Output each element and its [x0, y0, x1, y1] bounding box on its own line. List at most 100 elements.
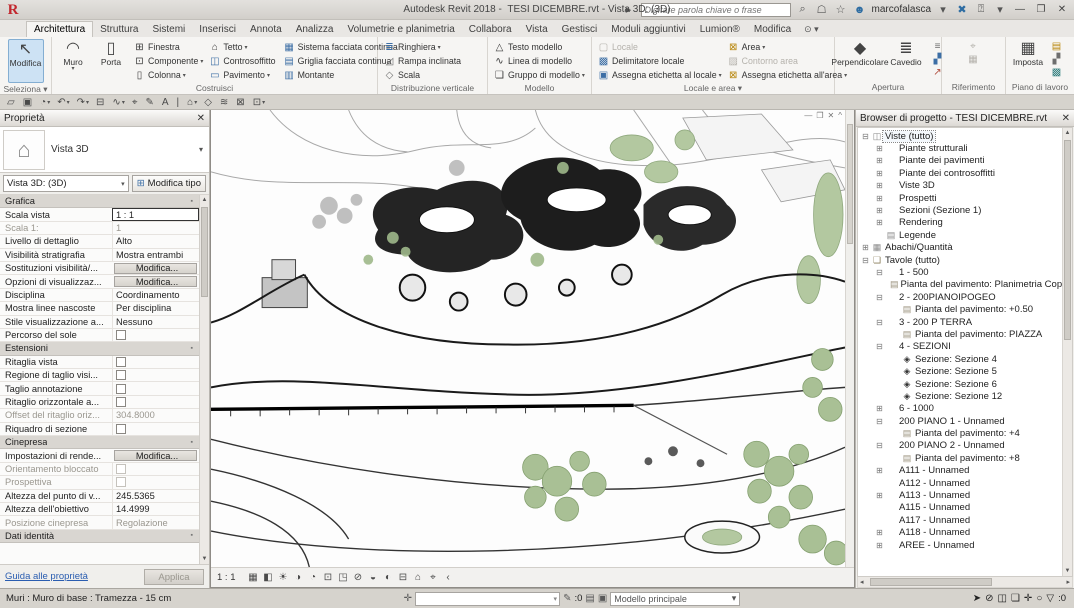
browser-tree-item[interactable]: ⊟ 4 - SEZIONI — [860, 341, 1062, 353]
editing-requests-icon[interactable]: ✛ — [404, 593, 412, 604]
browser-tree-item[interactable]: A112 - Unnamed — [860, 477, 1062, 489]
ribbon-tab[interactable]: Inserisci — [192, 22, 243, 37]
tree-expander-icon[interactable]: ⊞ — [874, 194, 885, 203]
selection-toggle-icon[interactable]: ◫ — [998, 593, 1007, 604]
ribbon-button[interactable]: ⊠ Area▾ — [727, 40, 847, 54]
view-control-icon[interactable]: ◒ — [366, 572, 381, 583]
ribbon-tab[interactable]: Annota — [243, 22, 289, 37]
browser-tree-item[interactable]: ⊟ 200 PIANO 2 - Unnamed — [860, 440, 1062, 452]
ribbon-icon-button[interactable]: ▩ — [1050, 66, 1065, 79]
ribbon-button[interactable]: ❏ Gruppo di modello▾ — [493, 68, 585, 82]
property-value[interactable]: Regolazione — [112, 516, 199, 528]
property-value[interactable] — [112, 382, 199, 394]
ribbon-button[interactable]: ▯ Colonna▾ — [133, 68, 203, 82]
ribbon-big-button[interactable]: ≣ Cavedio — [883, 39, 929, 67]
property-value[interactable]: Modifica... — [114, 276, 197, 287]
ribbon-big-button[interactable]: ◠ Muro ▾ — [54, 39, 92, 72]
browser-tree-item[interactable]: ⊞ Piante dei pavimenti — [860, 155, 1062, 167]
view-window-control-icon[interactable]: ❐ — [816, 111, 823, 120]
selection-toggle-icon[interactable]: ✛ — [1024, 593, 1032, 604]
ribbon-button[interactable]: ▣ Assegna etichetta al locale▾ — [597, 68, 722, 82]
filter-count[interactable]: :0 — [1058, 593, 1066, 604]
search-input[interactable] — [641, 3, 791, 17]
qat-button[interactable]: ↶ ▾ — [54, 97, 72, 108]
properties-scrollbar[interactable]: ▲▼ — [199, 195, 209, 564]
view-control-icon[interactable]: ◑ — [291, 572, 306, 583]
tree-expander-icon[interactable]: ⊞ — [860, 243, 871, 252]
view-control-icon[interactable]: ⊡ — [321, 572, 336, 583]
search-expand-icon[interactable]: ▸ — [622, 3, 636, 16]
browser-tree-item[interactable]: ⊞ Rendering — [860, 217, 1062, 229]
tree-expander-icon[interactable]: ⊞ — [874, 404, 885, 413]
view-control-icon[interactable]: ◐ — [381, 572, 396, 583]
tree-expander-icon[interactable]: ⊟ — [874, 417, 885, 426]
view-type-select[interactable]: Vista 3D: (3D)▾ — [3, 175, 129, 192]
editable-only-icon[interactable]: ✎ — [563, 593, 571, 604]
tree-expander-icon[interactable]: ⊟ — [874, 268, 885, 277]
tree-expander-icon[interactable]: ⊞ — [874, 528, 885, 537]
ribbon-tab[interactable]: Analizza — [289, 22, 341, 37]
ribbon-icon-button[interactable]: ⌖ — [967, 40, 982, 53]
ribbon-button[interactable]: ▢ Locale — [597, 40, 722, 54]
qat-button[interactable]: ⌂ ▾ — [184, 97, 200, 108]
revit-logo-icon[interactable]: R — [0, 1, 26, 19]
ribbon-tab[interactable]: Volumetrie e planimetria — [341, 22, 462, 37]
property-value[interactable]: 1 : 1 — [112, 208, 199, 220]
group-title-costruisci[interactable]: Costruisci — [52, 82, 377, 94]
view-control-icon[interactable]: ◳ — [336, 572, 351, 583]
group-title-seleziona[interactable]: Seleziona ▾ — [0, 83, 51, 94]
properties-header[interactable]: Proprietà ✕ — [0, 110, 209, 127]
tree-expander-icon[interactable]: ⊞ — [874, 541, 885, 550]
ribbon-button[interactable]: ⊠ Assegna etichetta all'area▾ — [727, 68, 847, 82]
property-value[interactable]: Modifica... — [114, 263, 197, 274]
browser-tree-item[interactable]: A117 - Unnamed — [860, 514, 1062, 526]
minimize-button[interactable]: — — [1012, 4, 1028, 15]
property-value[interactable]: 1 — [112, 222, 199, 234]
ribbon-tab[interactable]: Struttura — [93, 22, 145, 37]
tree-expander-icon[interactable]: ⊞ — [874, 156, 885, 165]
ribbon-button[interactable]: ⊡ Componente▾ — [133, 54, 203, 68]
browser-header[interactable]: Browser di progetto - TESI DICEMBRE.rvt … — [856, 110, 1074, 127]
qat-button[interactable]: | — [174, 97, 184, 108]
browser-tree-item[interactable]: ⊟ Viste (tutto) — [860, 130, 1062, 142]
browser-tree-item[interactable]: ⊞ AREE - Unnamed — [860, 539, 1062, 551]
selection-toggle-icon[interactable]: ○ — [1036, 593, 1042, 604]
qat-button[interactable]: ◔ ▾ — [37, 97, 53, 108]
property-value[interactable] — [112, 463, 199, 475]
browser-horizontal-scrollbar[interactable]: ◂▸ — [857, 577, 1073, 588]
search-icon[interactable]: ⌕ — [796, 3, 810, 16]
qat-button[interactable]: ≋ — [217, 97, 232, 108]
property-value[interactable] — [112, 369, 199, 381]
browser-vertical-scrollbar[interactable]: ▲▼ — [1062, 128, 1072, 576]
browser-tree-item[interactable]: ⊞ Sezioni (Sezione 1) — [860, 204, 1062, 216]
user-avatar-icon[interactable]: ☻ — [853, 4, 867, 16]
view-window-control-icon[interactable]: — — [804, 111, 812, 120]
view-control-icon[interactable]: ☀ — [276, 572, 291, 583]
browser-tree-item[interactable]: ⊞ A111 - Unnamed — [860, 465, 1062, 477]
ribbon-button[interactable]: △ Testo modello — [493, 40, 585, 54]
ribbon-button[interactable]: ▭ Pavimento▾ — [208, 68, 277, 82]
view-control-icon[interactable]: ◔ — [306, 572, 321, 583]
tree-expander-icon[interactable]: ⊞ — [874, 466, 885, 475]
property-value[interactable]: Mostra entrambi — [112, 249, 199, 261]
view-control-icon[interactable]: ▦ — [246, 572, 261, 583]
property-value[interactable]: Nessuno — [112, 316, 199, 328]
ribbon-big-button[interactable]: ▦ Imposta — [1008, 39, 1048, 67]
property-value[interactable]: Coordinamento — [112, 289, 199, 301]
view-control-icon[interactable]: ⌂ — [411, 572, 426, 583]
property-value[interactable]: Alto — [112, 235, 199, 247]
qat-button[interactable]: ▱ — [4, 97, 19, 108]
browser-tree-item[interactable]: Pianta del pavimento: Planimetria Cop — [860, 279, 1062, 291]
group-title-riferimento[interactable]: Riferimento — [942, 81, 1005, 94]
property-value[interactable] — [112, 356, 199, 368]
qat-button[interactable]: ↷ ▾ — [74, 97, 92, 108]
tree-expander-icon[interactable]: ⊞ — [874, 491, 885, 500]
browser-tree-item[interactable]: ⊞ Piante dei controsoffitti — [860, 167, 1062, 179]
selection-toggle-icon[interactable]: ➤ — [973, 593, 981, 604]
property-value[interactable]: Modifica... — [114, 450, 197, 461]
qat-button[interactable]: ⌖ — [129, 97, 142, 108]
selection-toggle-icon[interactable]: ❏ — [1011, 593, 1020, 604]
active-workset-combobox[interactable]: ▾ — [415, 592, 560, 606]
chevron-down-icon[interactable]: ▾ — [199, 145, 209, 154]
ribbon-button[interactable]: ▨ Contorno area — [727, 54, 847, 68]
